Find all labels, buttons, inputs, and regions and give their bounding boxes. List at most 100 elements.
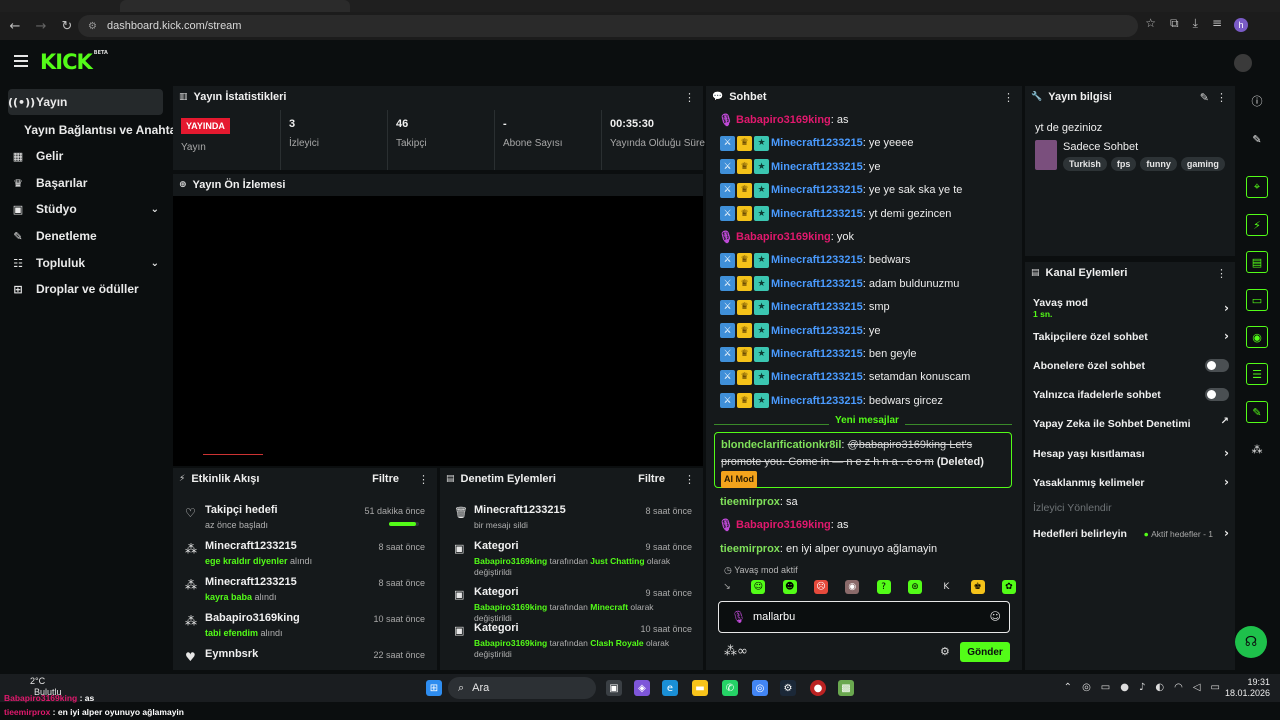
chat-username[interactable]: Minecraft1233215 [771,348,863,360]
wifi-icon[interactable]: ◠ [1174,682,1183,693]
emote-9[interactable]: ♚ [970,580,985,594]
action-account-age[interactable]: Hesap yaşı kısıtlaması › [1033,442,1229,468]
activity-filter-button[interactable]: Filtre [372,473,399,485]
document-icon[interactable]: ▤ [1246,251,1268,273]
points-infinity-icon[interactable]: ⁂∞ [724,644,748,659]
tag[interactable]: Turkish [1063,157,1107,171]
support-chat-button[interactable]: ☊ [1235,626,1267,658]
chat-username[interactable]: Babapiro3169king [736,231,831,243]
crosshair-icon[interactable]: ⌖ [1246,176,1268,198]
emote-6[interactable]: ? [876,580,891,594]
emote-7[interactable]: ⊛ [907,580,922,594]
downloads-icon[interactable]: ⤓ [1193,16,1198,31]
site-info-icon[interactable]: ⚙ [88,21,97,32]
forward-icon[interactable]: → [30,15,52,37]
action-subscribers-only[interactable]: Abonelere özel sohbet [1033,354,1229,380]
subscribers-only-toggle[interactable] [1205,359,1229,372]
chat-username[interactable]: Minecraft1233215 [771,254,863,266]
battery-icon[interactable]: ▭ [1211,682,1220,693]
emote-1[interactable]: ↘ [720,580,734,594]
microphone-icon[interactable]: ♪ [1139,682,1145,693]
more-options-icon[interactable]: ⋮ [684,473,695,486]
copilot-icon[interactable]: ◈ [634,680,650,696]
action-ai-moderation[interactable]: Yapay Zeka ile Sohbet Denetimi ↗ [1033,412,1229,438]
emote-10[interactable]: ✿ [1001,580,1016,594]
chat-input[interactable]: 🎙 mallarbu ☺ [718,601,1010,633]
broadcast-icon[interactable]: ◉ [1246,326,1268,348]
sidebar-item-revenue[interactable]: ▦ Gelir [8,143,163,169]
sidebar-item-drops[interactable]: ⊞ Droplar ve ödüller [8,276,163,302]
more-options-icon[interactable]: ⋮ [418,473,429,486]
reload-icon[interactable]: ↻ [56,15,78,37]
emote-4[interactable]: ☹ [813,580,828,594]
chat-username[interactable]: Babapiro3169king [736,114,831,126]
tray-app-icon[interactable]: ● [1120,682,1129,693]
minecraft-icon[interactable]: ▩ [838,680,854,696]
user-avatar[interactable] [1234,54,1252,72]
sidebar-item-community[interactable]: ☷ Topluluk ⌄ [8,250,163,276]
emoji-picker-icon[interactable]: ☺ [990,610,1001,623]
whatsapp-icon[interactable]: ✆ [722,680,738,696]
back-icon[interactable]: ← [4,15,26,37]
chat-username[interactable]: Babapiro3169king [736,519,831,531]
tag[interactable]: funny [1140,157,1177,171]
new-messages-divider[interactable]: Yeni mesajlar [714,413,1012,426]
action-banned-words[interactable]: Yasaklanmış kelimeler › [1033,471,1229,497]
sidebar-item-moderation[interactable]: ✎ Denetleme [8,223,163,249]
more-options-icon[interactable]: ⋮ [684,91,695,104]
chat-username[interactable]: Minecraft1233215 [771,184,863,196]
media-icon[interactable]: ≡ [1212,16,1222,31]
chat-username[interactable]: Minecraft1233215 [771,137,863,149]
chat-username[interactable]: Minecraft1233215 [771,371,863,383]
chat-username[interactable]: Minecraft1233215 [771,161,863,173]
menu-icon[interactable] [14,55,28,67]
chat-username[interactable]: Minecraft1233215 [771,325,863,337]
chat-username[interactable]: Minecraft1233215 [771,301,863,313]
tag[interactable]: fps [1110,157,1137,171]
sidebar-item-stream-key[interactable]: Yayın Bağlantısı ve Anahtarı [24,123,184,137]
bolt-icon[interactable]: ⚡ [1246,214,1268,236]
emotes-only-toggle[interactable] [1205,388,1229,401]
taskbar-clock[interactable]: 19:31 18.01.2026 [1225,677,1270,699]
sidebar-item-achievements[interactable]: ♛ Başarılar [8,170,163,196]
task-view-icon[interactable]: ▣ [606,680,622,696]
wrench-icon[interactable]: ✎ [1246,401,1268,423]
edge-icon[interactable]: e [662,680,678,696]
tag[interactable]: gaming [1180,157,1225,171]
kick-logo[interactable]: KICK BETA [40,50,108,74]
emote-5[interactable]: ◉ [845,580,860,594]
edit-icon[interactable]: ✎ [1246,128,1268,150]
chrome-icon[interactable]: ◎ [752,680,768,696]
taskbar-search[interactable]: ⌕ Ara [448,677,596,699]
chat-username[interactable]: Minecraft1233215 [771,208,863,220]
chat-username[interactable]: blondeclarificationkr8il [721,439,841,451]
action-followers-only[interactable]: Takipçilere özel sohbet › [1033,325,1229,351]
drops-icon[interactable]: ⁂ [1246,438,1268,460]
file-explorer-icon[interactable]: ▬ [692,680,708,696]
volume-icon[interactable]: ◁ [1193,682,1201,693]
obs-icon[interactable]: ● [810,680,826,696]
windows-start-icon[interactable]: ⊞ [426,680,442,696]
chat-username[interactable]: Minecraft1233215 [771,278,863,290]
address-bar[interactable]: ⚙ dashboard.kick.com/stream [78,15,1138,37]
tray-app-icon[interactable]: ▭ [1101,682,1110,693]
chat-settings-gear-icon[interactable]: ⚙ [940,645,950,658]
chat-username[interactable]: tieemirprox [720,543,780,555]
action-slow-mode[interactable]: Yavaş mod 1 sn. › [1033,294,1229,320]
sidebar-item-stream[interactable]: ((•)) Yayın [8,89,163,115]
action-goals[interactable]: Hedefleri belirleyin ● Aktif hedefler - 1… [1033,522,1229,548]
moderation-filter-button[interactable]: Filtre [638,473,665,485]
chat-username[interactable]: Minecraft1233215 [771,395,863,407]
browser-tab[interactable] [120,0,350,12]
list-icon[interactable]: ☰ [1246,363,1268,385]
steam-icon[interactable]: ⚙ [780,680,796,696]
emote-2[interactable]: ☺ [751,580,766,594]
chat-input-value[interactable]: mallarbu [753,611,795,623]
bookmark-star-icon[interactable]: ☆ [1145,16,1156,31]
edit-pencil-icon[interactable]: ✎ [1200,91,1209,104]
sidebar-item-studio[interactable]: ▣ Stüdyo ⌄ [8,196,163,222]
stream-preview-video[interactable] [173,196,703,466]
profile-avatar[interactable]: h [1234,18,1248,32]
tray-app-icon[interactable]: ◎ [1082,682,1091,693]
more-options-icon[interactable]: ⋮ [1216,267,1227,280]
